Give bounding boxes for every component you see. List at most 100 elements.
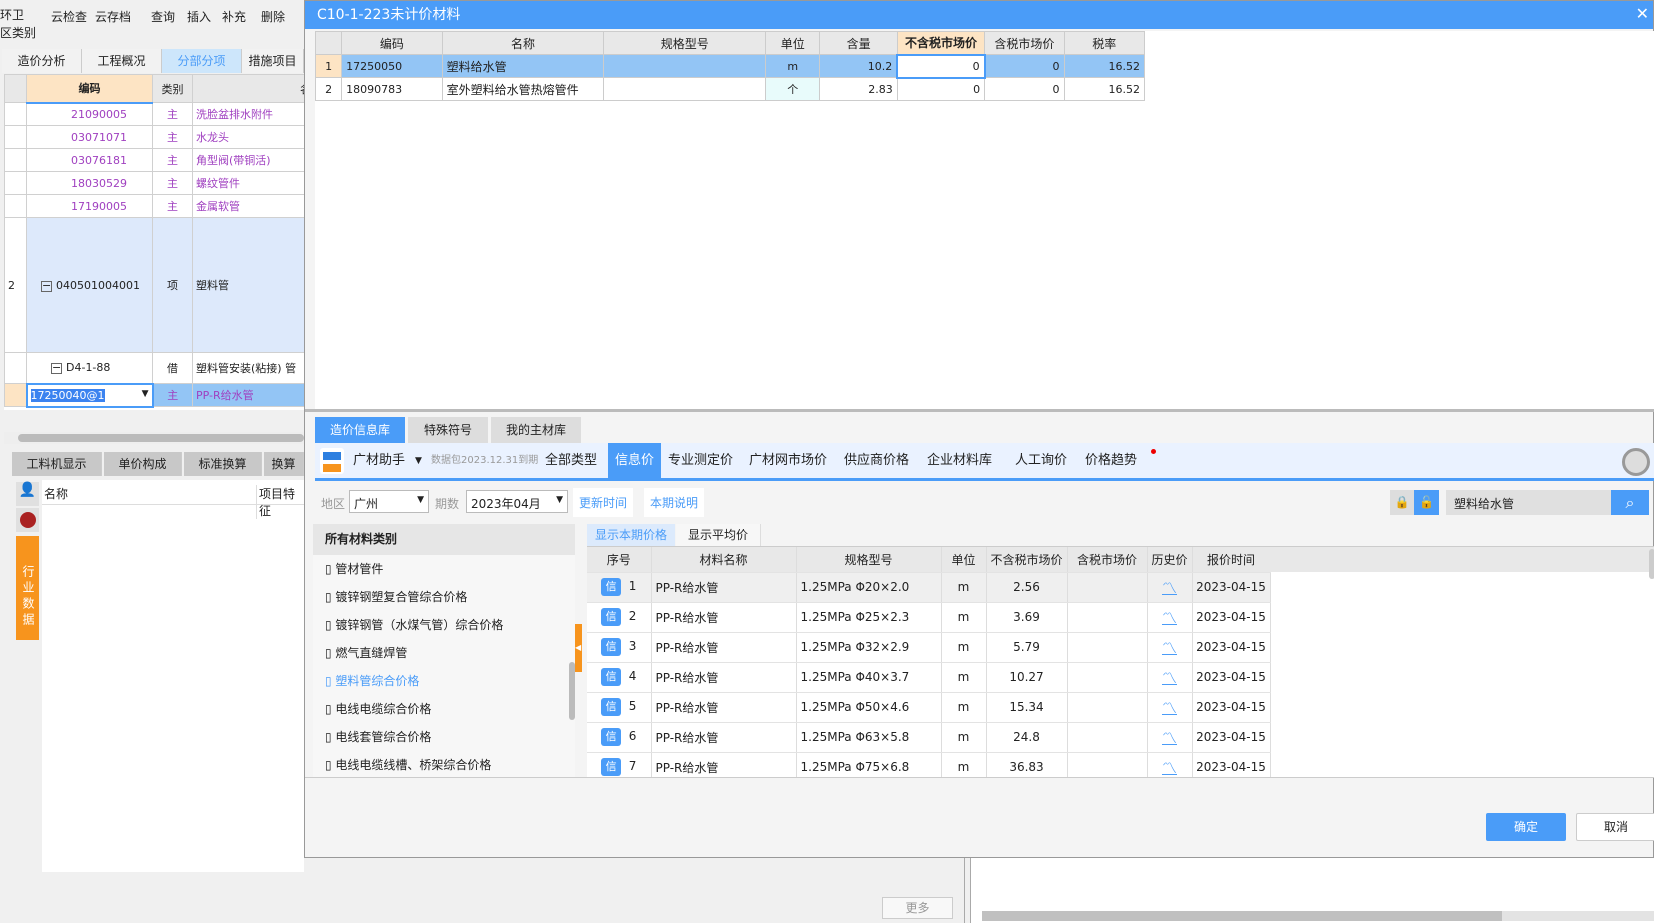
price-row[interactable]: 信 4 PP-R给水管 1.25MPa Φ40×3.7 m 10.27 〽 2023-04-… xyxy=(587,662,1271,693)
col-price-ex[interactable]: 不含税市场价 xyxy=(896,31,986,55)
col-code[interactable]: 编码 xyxy=(341,31,443,55)
subtab-average[interactable]: 显示平均价 xyxy=(676,524,762,546)
history-chart-icon[interactable]: 〽 xyxy=(1162,639,1177,657)
category-item-selected[interactable]: ▯ 塑料管综合价格 xyxy=(325,667,419,695)
col-price-in[interactable]: 含税市场价 xyxy=(984,31,1065,55)
price-input[interactable]: 0 xyxy=(896,53,986,79)
category-item[interactable]: ▯ 电线电缆综合价格 xyxy=(325,695,431,723)
col-unit[interactable]: 单位 xyxy=(765,31,821,55)
col-price-in[interactable]: 含税市场价 xyxy=(1067,547,1148,573)
lock-icon[interactable]: 🔒 xyxy=(1390,490,1414,515)
history-chart-icon[interactable]: 〽 xyxy=(1162,669,1177,687)
tab-my-materials[interactable]: 我的主材库 xyxy=(491,417,581,443)
supplement-button[interactable]: 补充 xyxy=(222,8,246,25)
more-button[interactable]: 更多 xyxy=(882,897,953,919)
price-row[interactable]: 信 7 PP-R给水管 1.25MPa Φ75×6.8 m 36.83 〽 2023-04-… xyxy=(587,752,1271,778)
account-icon[interactable] xyxy=(1622,448,1650,476)
category-item[interactable]: ▯ 镀锌钢塑复合管综合价格 xyxy=(325,583,467,611)
col-code[interactable]: 编码 xyxy=(26,74,153,104)
col-history[interactable]: 历史价 xyxy=(1147,547,1193,573)
tab-unit-price[interactable]: 单价构成 xyxy=(104,452,182,476)
horizontal-scrollbar[interactable] xyxy=(4,432,304,444)
nav-supplier[interactable]: 供应商价格 xyxy=(844,443,909,479)
unlock-icon[interactable]: 🔓 xyxy=(1414,490,1439,515)
cancel-button[interactable]: 取消 xyxy=(1576,813,1654,841)
tab-special-symbols[interactable]: 特殊符号 xyxy=(408,417,488,443)
col-material[interactable]: 材料名称 xyxy=(651,547,797,573)
history-chart-icon[interactable]: 〽 xyxy=(1162,609,1177,627)
tab-cost-analysis[interactable]: 造价分析 xyxy=(2,49,82,73)
assistant-dropdown[interactable]: 广材助手 xyxy=(353,443,405,479)
category-item[interactable]: ▯ 燃气直缝焊管 xyxy=(325,639,407,667)
tab-overview[interactable]: 工程概况 xyxy=(82,49,162,73)
search-icon[interactable]: ⌕ xyxy=(1611,490,1649,515)
industry-data-tab[interactable]: 行业数据 xyxy=(16,536,39,640)
insert-button[interactable]: 插入 xyxy=(187,8,211,25)
close-icon[interactable]: ✕ xyxy=(1636,4,1649,23)
tab-measures[interactable]: 措施项目 xyxy=(242,49,304,73)
table-row[interactable]: 2 18090783 室外塑料给水管热熔管件个 2.83 0 0 16.52 xyxy=(314,77,1146,101)
category-item[interactable]: ▯ 电线电缆线槽、桥架综合价格 xyxy=(325,751,491,778)
nav-professional[interactable]: 专业测定价 xyxy=(668,443,733,479)
price-scrollbar[interactable] xyxy=(1649,549,1654,579)
table-row[interactable]: 1 17250050 塑料给水管 m 10.2 0 0 16.52 xyxy=(314,53,1146,79)
region-select[interactable]: 广州 ▼ xyxy=(349,490,429,513)
nav-market-price[interactable]: 广材网市场价 xyxy=(749,443,827,479)
tab-conversion[interactable]: 换算 xyxy=(264,452,304,476)
price-row[interactable]: 信 1 PP-R给水管 1.25MPa Φ20×2.0 m 2.56 〽 2023-04-1… xyxy=(587,572,1271,603)
collapse-icon[interactable]: − xyxy=(41,280,52,292)
col-date[interactable]: 报价时间 xyxy=(1192,547,1271,573)
category-item[interactable]: ▯ 电线套管综合价格 xyxy=(325,723,431,751)
price-row[interactable]: 信 2 PP-R给水管 1.25MPa Φ25×2.3 m 3.69 〽 2023-04-1… xyxy=(587,602,1271,633)
history-chart-icon[interactable]: 〽 xyxy=(1162,699,1177,717)
ok-button[interactable]: 确定 xyxy=(1486,813,1566,841)
history-chart-icon[interactable]: 〽 xyxy=(1162,579,1177,597)
category-item[interactable]: ▯ 镀锌钢管（水煤气管）综合价格 xyxy=(325,611,503,639)
period-select[interactable]: 2023年04月 ▼ xyxy=(466,490,568,513)
col-index[interactable]: 序号 xyxy=(587,547,652,573)
nav-info-price[interactable]: 信息价 xyxy=(608,443,662,479)
tab-sections[interactable]: 分部分项 xyxy=(162,49,242,73)
col-type[interactable]: 类别 xyxy=(152,74,193,103)
price-row[interactable]: 信 5 PP-R给水管 1.25MPa Φ50×4.6 m 15.34 〽 2023-04-… xyxy=(587,692,1271,723)
delete-button[interactable]: 删除 xyxy=(261,8,285,25)
price-row[interactable]: 信 6 PP-R给水管 1.25MPa Φ63×5.8 m 24.8 〽 2023-04-1… xyxy=(587,722,1271,753)
nav-labor-inquiry[interactable]: 人工询价 xyxy=(1015,443,1067,479)
query-button[interactable]: 查询 xyxy=(151,8,175,25)
table-row[interactable]: 2−040501004001 项塑料管 xyxy=(4,217,304,353)
table-row[interactable]: 17190005 主金属软管 xyxy=(4,194,304,218)
table-row[interactable]: 03071071 主水龙头 xyxy=(4,125,304,149)
collapse-panel-handle[interactable]: ◀ xyxy=(575,624,582,672)
collapse-icon[interactable]: − xyxy=(51,362,62,375)
col-qty[interactable]: 含量 xyxy=(819,31,898,55)
nav-all-types[interactable]: 全部类型 xyxy=(545,443,597,479)
cloud-check-button[interactable]: 云检查 xyxy=(51,8,87,25)
splitter[interactable] xyxy=(305,409,1654,412)
chevron-down-icon[interactable]: ▼ xyxy=(142,389,149,399)
period-note-button[interactable]: 本期说明 xyxy=(644,488,705,517)
code-input[interactable]: 17250040@1 ▼ xyxy=(25,382,154,408)
table-row[interactable]: 03076181 主角型阀(带铜活) xyxy=(4,148,304,172)
nav-enterprise[interactable]: 企业材料库 xyxy=(927,443,992,479)
col-spec[interactable]: 规格型号 xyxy=(796,547,942,573)
chevron-down-icon[interactable]: ▼ xyxy=(415,443,422,479)
nav-price-trend[interactable]: 价格趋势 xyxy=(1085,443,1137,479)
category-item[interactable]: ▯ 管材管件 xyxy=(325,555,383,583)
history-chart-icon[interactable]: 〽 xyxy=(1162,729,1177,747)
table-row[interactable]: 18030529 主螺纹管件 xyxy=(4,171,304,195)
user-icon[interactable]: 👤 xyxy=(16,482,39,506)
cloud-save-button[interactable]: 云存档 xyxy=(95,8,131,25)
tab-standard-conv[interactable]: 标准换算 xyxy=(184,452,262,476)
tab-price-library[interactable]: 造价信息库 xyxy=(315,417,405,443)
history-chart-icon[interactable]: 〽 xyxy=(1162,759,1177,777)
col-unit[interactable]: 单位 xyxy=(941,547,987,573)
col-name[interactable]: 名 xyxy=(192,74,304,103)
table-row[interactable]: 17250040@1 ▼ 主 PP-R给水管 xyxy=(4,382,304,408)
col-name[interactable]: 名称 xyxy=(441,31,605,55)
tab-labor-material[interactable]: 工料机显示 xyxy=(12,452,102,476)
bottom-scrollbar[interactable] xyxy=(982,911,1654,921)
col-price-ex[interactable]: 不含税市场价 xyxy=(986,547,1068,573)
table-row[interactable]: 21090005 主洗脸盆排水附件 xyxy=(4,102,304,126)
col-spec[interactable]: 规格型号 xyxy=(603,31,767,55)
subtab-current[interactable]: 显示本期价格 xyxy=(587,524,676,546)
